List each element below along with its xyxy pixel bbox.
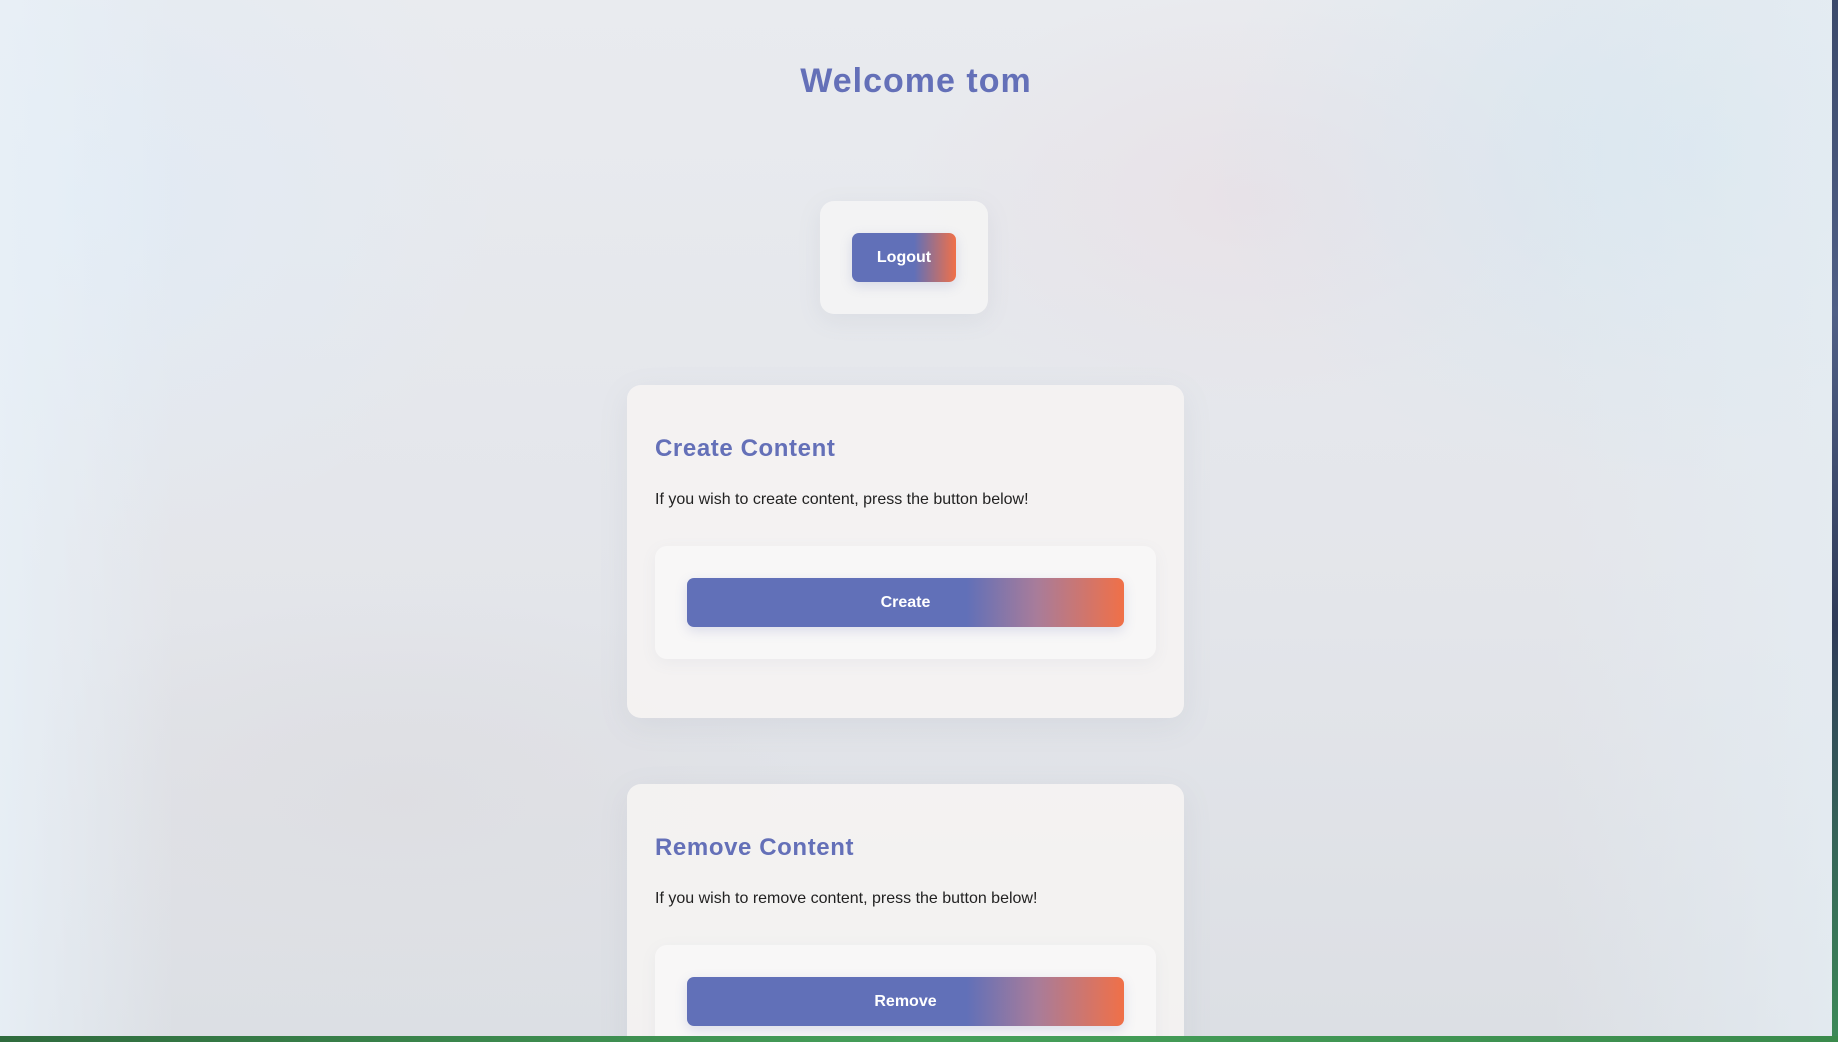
create-button-panel: Create: [655, 546, 1156, 659]
logout-button[interactable]: Logout: [852, 233, 956, 282]
create-content-card: Create Content If you wish to create con…: [627, 385, 1184, 718]
remove-content-card: Remove Content If you wish to remove con…: [627, 784, 1184, 1036]
remove-button-panel: Remove: [655, 945, 1156, 1036]
remove-button[interactable]: Remove: [687, 977, 1124, 1026]
create-content-description: If you wish to create content, press the…: [655, 491, 1029, 508]
logout-card: Logout: [820, 201, 988, 314]
create-button[interactable]: Create: [687, 578, 1124, 627]
window-right-border: [1832, 0, 1838, 1042]
remove-content-description: If you wish to remove content, press the…: [655, 890, 1038, 907]
window-bottom-border: [0, 1036, 1838, 1042]
background-left-glow: [0, 0, 175, 1036]
remove-content-heading: Remove Content: [655, 834, 855, 861]
page-viewport: Welcome tom Logout Create Content If you…: [0, 0, 1832, 1036]
create-content-heading: Create Content: [655, 435, 836, 462]
page-title: Welcome tom: [800, 62, 1032, 100]
background-right-glow: [1552, 0, 1832, 1036]
